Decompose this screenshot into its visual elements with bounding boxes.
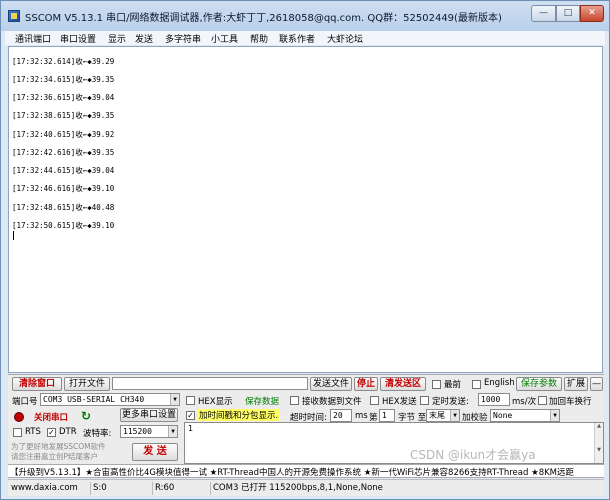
dtr-label: DTR <box>59 427 77 437</box>
file-path-field[interactable] <box>112 377 308 390</box>
chevron-down-icon[interactable]: ▼ <box>168 426 177 437</box>
hex-display-checkbox[interactable] <box>186 396 195 405</box>
timestamp-label: 加时间戳和分包显示. <box>197 409 281 421</box>
timestamp-checkbox[interactable]: ✓ <box>186 411 195 420</box>
topmost-label: 最前 <box>444 380 462 390</box>
recv-to-file-checkbox[interactable] <box>290 396 299 405</box>
port-select-value: COM3 USB-SERIAL CH340 <box>43 395 145 404</box>
timed-send-checkbox[interactable] <box>420 396 429 405</box>
open-file-button[interactable]: 打开文件 <box>64 377 110 391</box>
collapse-button[interactable]: — <box>590 377 603 391</box>
menu-contact-author[interactable]: 联系作者 <box>279 32 315 45</box>
text-caret <box>13 231 14 240</box>
checksum-select-value: None <box>493 411 513 420</box>
promo-text: 为了更好地发展SSCOM软件 请您注册嘉立创P结尾客户 <box>11 442 106 461</box>
timeout-unit: ms <box>355 411 368 421</box>
receive-line: [17:32:42.616]收←◆39.35 <box>12 148 115 157</box>
stop-button[interactable]: 停止 <box>354 377 378 391</box>
news-ticker-text: 【升级到V5.13.1】★合宙高性价比4G模块值得一试 ★RT-Thread中国… <box>10 468 575 478</box>
receive-line: [17:32:32.614]收←◆39.29 <box>12 57 115 66</box>
menu-forum[interactable]: 大虾论坛 <box>327 32 363 45</box>
clear-window-button[interactable]: 清除窗口 <box>12 377 62 391</box>
chevron-down-icon[interactable]: ▼ <box>550 410 559 421</box>
menu-multi-string[interactable]: 多字符串 <box>165 32 201 45</box>
status-sent-count: S:0 <box>93 482 153 495</box>
status-bar: www.daxia.com S:0 R:60 COM3 已打开 115200bp… <box>8 479 604 496</box>
receive-line: [17:32:36.615]收←◆39.04 <box>12 93 115 102</box>
refresh-icon[interactable]: ↻ <box>81 409 91 423</box>
title-bar: SSCOM V5.13.1 串口/网络数据调试器,作者:大虾丁丁,2618058… <box>1 1 609 31</box>
add-newline-checkbox[interactable] <box>538 396 547 405</box>
app-icon <box>8 10 20 22</box>
save-params-button[interactable]: 保存参数 <box>516 377 562 391</box>
send-button[interactable]: 发 送 <box>132 443 178 461</box>
maximize-button[interactable]: □ <box>556 5 580 22</box>
port-status-icon <box>14 412 24 422</box>
menu-help[interactable]: 帮助 <box>250 32 268 45</box>
watermark: CSDN @ikun才会赢ya <box>410 448 536 462</box>
minimize-button[interactable]: — <box>531 5 556 22</box>
byte-start-input[interactable]: 1 <box>379 409 395 422</box>
hex-send-label: HEX发送 <box>382 397 417 407</box>
send-input[interactable]: 1 ▲ ▼ <box>184 422 604 464</box>
recv-to-file-label: 接收数据到文件 <box>302 397 362 407</box>
clear-send-button[interactable]: 清发送区 <box>380 377 426 391</box>
receive-area[interactable]: [17:32:32.614]收←◆39.29 [17:32:34.615]收←◆… <box>8 46 603 373</box>
end-select-value: 末尾 <box>429 411 445 420</box>
news-ticker[interactable]: 【升级到V5.13.1】★合宙高性价比4G模块值得一试 ★RT-Thread中国… <box>8 464 604 478</box>
close-port-button[interactable]: 关闭串口 <box>34 411 68 423</box>
receive-line: [17:32:46.616]收←◆39.10 <box>12 184 115 193</box>
save-data-button[interactable]: 保存数据 <box>245 395 279 407</box>
receive-line: [17:32:34.615]收←◆39.35 <box>12 75 115 84</box>
more-settings-button[interactable]: 更多串口设置 <box>120 408 178 422</box>
receive-line: [17:32:40.615]收←◆39.92 <box>12 130 115 139</box>
status-port-info: COM3 已打开 115200bps,8,1,None,None <box>213 483 383 493</box>
receive-line: [17:32:44.615]收←◆39.04 <box>12 166 115 175</box>
hex-send-checkbox[interactable] <box>370 396 379 405</box>
port-select[interactable]: COM3 USB-SERIAL CH340 ▼ <box>40 393 180 406</box>
english-checkbox[interactable] <box>472 380 481 389</box>
interval-unit: ms/次 <box>512 397 537 407</box>
topmost-checkbox[interactable] <box>432 380 441 389</box>
hex-display-label: HEX显示 <box>198 397 233 407</box>
rts-label: RTS <box>25 427 41 437</box>
status-received-count: R:60 <box>155 482 211 495</box>
english-label: English <box>484 378 515 388</box>
baud-select-value: 115200 <box>123 427 152 436</box>
interval-input[interactable]: 1000 <box>478 393 510 406</box>
timeout-input[interactable]: 20 <box>330 409 352 422</box>
add-newline-label: 加回车换行 <box>549 397 592 407</box>
chevron-down-icon[interactable]: ▼ <box>170 394 179 405</box>
window-title: SSCOM V5.13.1 串口/网络数据调试器,作者:大虾丁丁,2618058… <box>25 13 502 24</box>
receive-line: [17:32:48.615]收←◆40.48 <box>12 203 115 212</box>
chevron-down-icon[interactable]: ▼ <box>450 410 459 421</box>
end-select[interactable]: 末尾 ▼ <box>426 409 460 422</box>
baud-select[interactable]: 115200 ▼ <box>120 425 178 438</box>
menu-send[interactable]: 发送 <box>135 32 153 45</box>
menu-display[interactable]: 显示 <box>108 32 126 45</box>
dtr-checkbox[interactable]: ✓ <box>47 428 56 437</box>
receive-line: [17:32:50.615]收←◆39.10 <box>12 221 115 230</box>
menu-tools[interactable]: 小工具 <box>211 32 238 45</box>
timed-send-label: 定时发送: <box>432 397 469 407</box>
receive-line: [17:32:38.615]收←◆39.35 <box>12 111 115 120</box>
baud-label: 波特率: <box>83 429 112 439</box>
menu-bar: 通讯端口 串口设置 显示 发送 多字符串 小工具 帮助 联系作者 大虾论坛 <box>5 31 605 45</box>
expand-button[interactable]: 扩展 <box>564 377 588 391</box>
app-window: SSCOM V5.13.1 串口/网络数据调试器,作者:大虾丁丁,2618058… <box>0 0 610 500</box>
rts-checkbox[interactable] <box>13 428 22 437</box>
send-scrollbar[interactable]: ▲ ▼ <box>594 423 603 463</box>
port-label: 端口号 <box>12 397 38 407</box>
checksum-select[interactable]: None ▼ <box>490 409 560 422</box>
close-button[interactable]: ✕ <box>580 5 604 22</box>
menu-serial-settings[interactable]: 串口设置 <box>60 32 96 45</box>
menu-comm-port[interactable]: 通讯端口 <box>15 32 51 45</box>
send-file-button[interactable]: 发送文件 <box>310 377 352 391</box>
send-input-value: 1 <box>188 424 194 433</box>
status-site[interactable]: www.daxia.com <box>11 482 91 495</box>
